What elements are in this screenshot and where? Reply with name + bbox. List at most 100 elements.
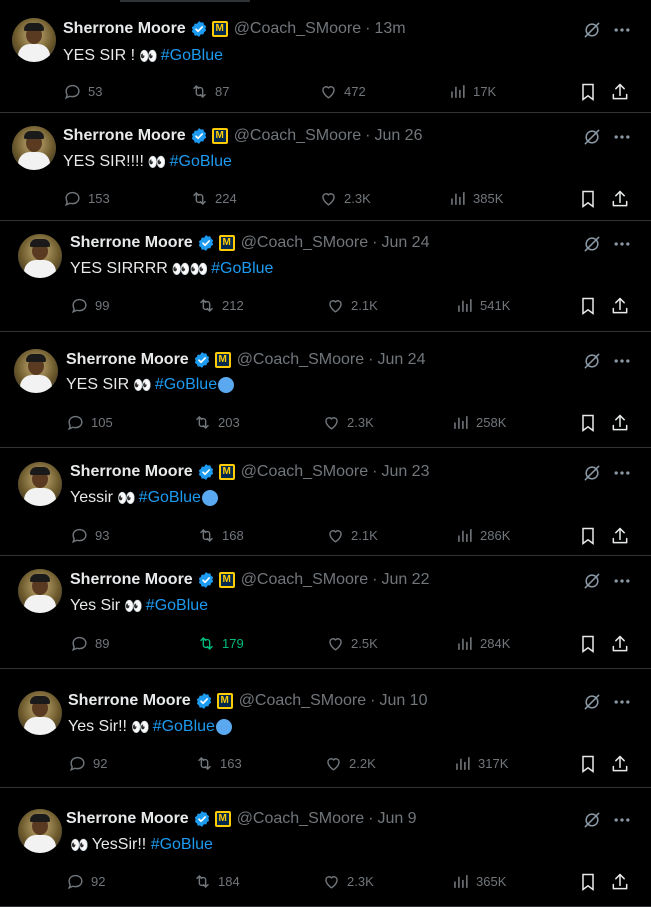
affiliation-badge-icon[interactable]: M — [218, 464, 235, 480]
avatar[interactable] — [18, 809, 62, 853]
more-icon[interactable] — [612, 351, 632, 371]
like-button[interactable]: 472 — [319, 82, 366, 101]
bookmark-icon[interactable] — [578, 634, 598, 654]
hashtag-link[interactable]: #GoBlue — [151, 836, 213, 854]
like-button[interactable]: 2.1K — [326, 296, 378, 315]
views-button[interactable]: 258K — [451, 413, 506, 432]
tweet[interactable]: Sherrone Moore M @Coach_SMoore · Jun 22 … — [0, 557, 651, 669]
reply-button[interactable]: 153 — [63, 189, 110, 208]
author-handle[interactable]: @Coach_SMoore — [241, 234, 368, 252]
reply-button[interactable]: 92 — [66, 872, 105, 891]
affiliation-badge-icon[interactable]: M — [211, 21, 228, 37]
author-name[interactable]: Sherrone Moore — [70, 571, 193, 589]
retweet-button[interactable]: 179 — [197, 634, 244, 653]
tweet[interactable]: Sherrone Moore M @Coach_SMoore · Jun 10 … — [0, 678, 651, 788]
author-handle[interactable]: @Coach_SMoore — [237, 810, 364, 828]
like-button[interactable]: 2.3K — [322, 413, 374, 432]
share-icon[interactable] — [610, 634, 630, 654]
reply-button[interactable]: 89 — [70, 634, 109, 653]
bookmark-icon[interactable] — [578, 872, 598, 892]
author-name[interactable]: Sherrone Moore — [70, 463, 193, 481]
hashtag-link[interactable]: #GoBlue — [211, 260, 273, 278]
share-icon[interactable] — [610, 526, 630, 546]
bookmark-icon[interactable] — [578, 296, 598, 316]
bookmark-icon[interactable] — [578, 754, 598, 774]
like-button[interactable]: 2.3K — [319, 189, 371, 208]
hashtag-link[interactable]: #GoBlue — [153, 718, 215, 736]
more-icon[interactable] — [612, 692, 632, 712]
author-name[interactable]: Sherrone Moore — [63, 127, 186, 145]
like-button[interactable]: 2.3K — [322, 872, 374, 891]
like-button[interactable]: 2.5K — [326, 634, 378, 653]
grok-icon[interactable] — [582, 692, 602, 712]
affiliation-badge-icon[interactable]: M — [211, 128, 228, 144]
share-icon[interactable] — [610, 754, 630, 774]
more-icon[interactable] — [612, 20, 632, 40]
author-name[interactable]: Sherrone Moore — [68, 692, 191, 710]
retweet-button[interactable]: 184 — [193, 872, 240, 891]
author-handle[interactable]: @Coach_SMoore — [234, 20, 361, 38]
grok-icon[interactable] — [582, 351, 602, 371]
retweet-button[interactable]: 203 — [193, 413, 240, 432]
tweet-timestamp[interactable]: Jun 22 — [381, 571, 429, 589]
author-handle[interactable]: @Coach_SMoore — [239, 692, 366, 710]
reply-button[interactable]: 53 — [63, 82, 102, 101]
avatar[interactable] — [18, 569, 62, 613]
affiliation-badge-icon[interactable]: M — [216, 693, 233, 709]
like-button[interactable]: 2.1K — [326, 526, 378, 545]
tweet-timestamp[interactable]: Jun 10 — [379, 692, 427, 710]
tweet-timestamp[interactable]: 13m — [374, 20, 405, 38]
more-icon[interactable] — [612, 463, 632, 483]
hashtag-link[interactable]: #GoBlue — [155, 376, 217, 394]
affiliation-badge-icon[interactable]: M — [218, 235, 235, 251]
tweet[interactable]: Sherrone Moore M @Coach_SMoore · Jun 23 … — [0, 449, 651, 556]
retweet-button[interactable]: 212 — [197, 296, 244, 315]
share-icon[interactable] — [610, 189, 630, 209]
reply-button[interactable]: 93 — [70, 526, 109, 545]
tweet[interactable]: Sherrone Moore M @Coach_SMoore · Jun 9 👀… — [0, 797, 651, 907]
hashtag-link[interactable]: #GoBlue — [146, 597, 208, 615]
share-icon[interactable] — [610, 413, 630, 433]
like-button[interactable]: 2.2K — [324, 754, 376, 773]
tweet[interactable]: Sherrone Moore M @Coach_SMoore · Jun 24 … — [0, 333, 651, 448]
retweet-button[interactable]: 87 — [190, 82, 229, 101]
more-icon[interactable] — [612, 810, 632, 830]
reply-button[interactable]: 105 — [66, 413, 113, 432]
author-name[interactable]: Sherrone Moore — [66, 810, 189, 828]
bookmark-icon[interactable] — [578, 189, 598, 209]
bookmark-icon[interactable] — [578, 413, 598, 433]
tweet-timestamp[interactable]: Jun 24 — [377, 351, 425, 369]
share-icon[interactable] — [610, 872, 630, 892]
views-button[interactable]: 17K — [448, 82, 496, 101]
views-button[interactable]: 385K — [448, 189, 503, 208]
retweet-button[interactable]: 224 — [190, 189, 237, 208]
grok-icon[interactable] — [582, 234, 602, 254]
share-icon[interactable] — [610, 296, 630, 316]
avatar[interactable] — [12, 18, 56, 62]
grok-icon[interactable] — [582, 127, 602, 147]
tweet-timestamp[interactable]: Jun 24 — [381, 234, 429, 252]
avatar[interactable] — [18, 234, 62, 278]
tweet[interactable]: Sherrone Moore M @Coach_SMoore · 13m YES… — [0, 4, 651, 113]
more-icon[interactable] — [612, 234, 632, 254]
affiliation-badge-icon[interactable]: M — [218, 572, 235, 588]
retweet-button[interactable]: 168 — [197, 526, 244, 545]
more-icon[interactable] — [612, 127, 632, 147]
views-button[interactable]: 317K — [453, 754, 508, 773]
views-button[interactable]: 541K — [455, 296, 510, 315]
hashtag-link[interactable]: #GoBlue — [161, 47, 223, 65]
grok-icon[interactable] — [582, 463, 602, 483]
affiliation-badge-icon[interactable]: M — [214, 352, 231, 368]
author-handle[interactable]: @Coach_SMoore — [241, 463, 368, 481]
author-name[interactable]: Sherrone Moore — [66, 351, 189, 369]
tweet-timestamp[interactable]: Jun 26 — [374, 127, 422, 145]
reply-button[interactable]: 99 — [70, 296, 109, 315]
grok-icon[interactable] — [582, 810, 602, 830]
hashtag-link[interactable]: #GoBlue — [170, 153, 232, 171]
hashtag-link[interactable]: #GoBlue — [139, 489, 201, 507]
author-handle[interactable]: @Coach_SMoore — [241, 571, 368, 589]
more-icon[interactable] — [612, 571, 632, 591]
author-name[interactable]: Sherrone Moore — [70, 234, 193, 252]
author-handle[interactable]: @Coach_SMoore — [234, 127, 361, 145]
bookmark-icon[interactable] — [578, 82, 598, 102]
